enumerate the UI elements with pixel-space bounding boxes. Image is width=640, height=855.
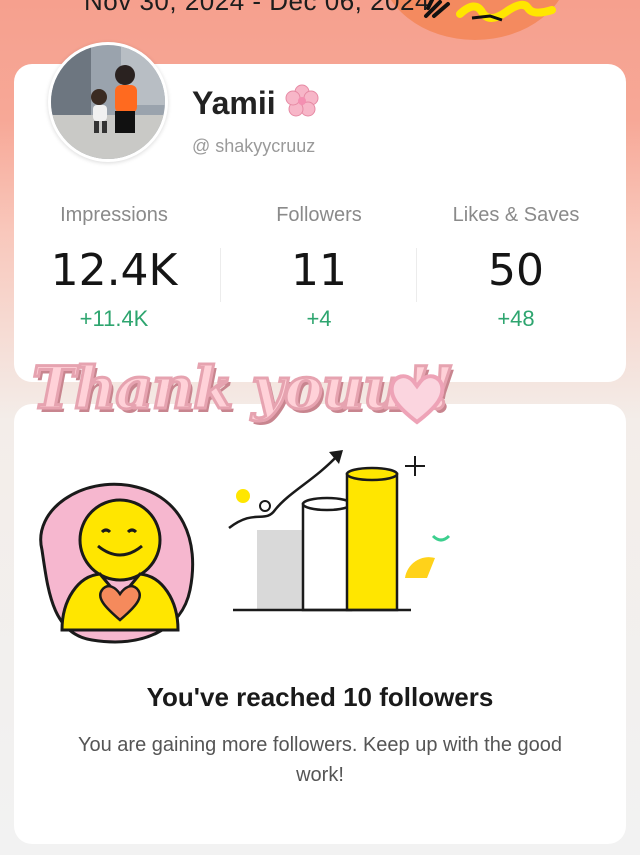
stat-delta: +11.4K (79, 306, 149, 331)
stat-label: Impressions (60, 204, 168, 226)
stat-delta: +4 (306, 306, 332, 331)
stat-value: 50 (488, 245, 544, 296)
date-range: Nov 30, 2024 - Dec 06, 2024 (84, 0, 430, 16)
profile-card: Yamii @ shakyycruuz Impressions 12.4K +1… (14, 42, 626, 382)
profile-name: Yamii (192, 84, 319, 122)
profile-handle: @ shakyycruuz (192, 136, 316, 156)
stat-impressions[interactable]: Impressions 12.4K +11.4K (14, 204, 214, 332)
smiley-heart-hands-icon (39, 482, 195, 644)
heart-icon (389, 374, 445, 425)
stat-value: 11 (291, 245, 347, 296)
milestone-description: You are gaining more followers. Keep up … (77, 734, 563, 786)
stat-followers[interactable]: Followers 11 +4 (219, 204, 419, 332)
milestone-title: You've reached 10 followers (146, 682, 494, 712)
avatar[interactable] (48, 42, 168, 162)
decorative-scribble-icon (424, 0, 556, 22)
stat-label: Likes & Saves (452, 204, 580, 226)
growth-chart-illustration (228, 450, 451, 612)
stat-value: 12.4K (50, 245, 178, 296)
profile-name-text: Yamii (192, 85, 276, 121)
cherry-blossom-icon (285, 84, 318, 117)
avatar-photo (51, 45, 165, 159)
stat-likes-saves[interactable]: Likes & Saves 50 +48 (416, 204, 616, 332)
stat-delta: +48 (497, 306, 535, 331)
stat-label: Followers (276, 204, 362, 226)
